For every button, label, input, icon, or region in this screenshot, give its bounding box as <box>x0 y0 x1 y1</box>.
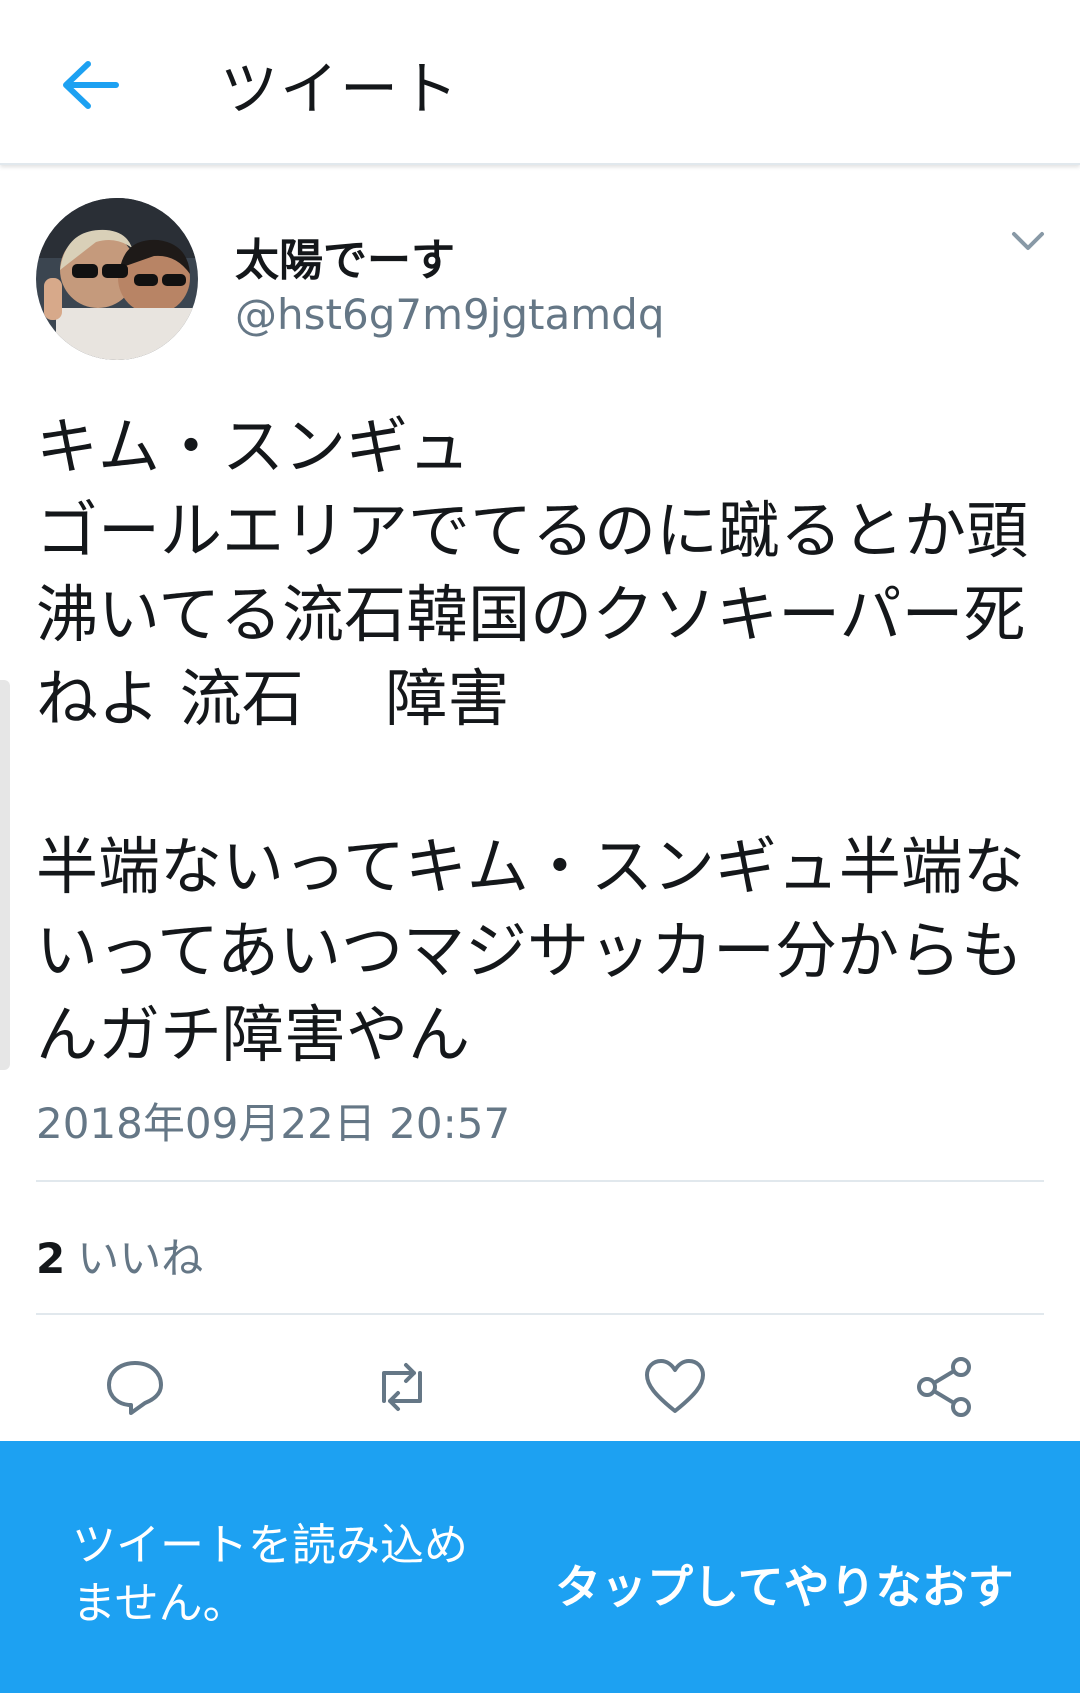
share-icon <box>917 1357 971 1417</box>
scroll-indicator[interactable] <box>0 680 10 1070</box>
tweet-timestamp: 2018年09月22日 20:57 <box>36 1099 511 1148</box>
likes-label: いいね <box>77 1234 204 1283</box>
like-button[interactable] <box>643 1355 707 1419</box>
share-button[interactable] <box>913 1355 977 1419</box>
more-options-button[interactable] <box>1008 226 1048 256</box>
divider <box>36 1180 1044 1182</box>
back-button[interactable] <box>56 50 126 120</box>
arrow-left-icon <box>63 61 119 109</box>
avatar[interactable] <box>36 198 198 360</box>
retry-button[interactable]: タップしてやりなおす <box>555 1551 1014 1617</box>
divider <box>36 1313 1044 1315</box>
reply-button[interactable] <box>103 1355 167 1419</box>
like-icon <box>645 1359 705 1413</box>
likes-stat[interactable]: 2 いいね <box>36 1225 203 1286</box>
retweet-icon <box>382 1363 422 1411</box>
chevron-down-icon <box>1012 232 1044 250</box>
error-banner[interactable]: ツイートを読み込めません。 タップしてやりなおす <box>0 1441 1080 1693</box>
page-title: ツイート <box>220 55 461 123</box>
avatar-photo <box>36 198 198 360</box>
tweet-text: キム・スンギュ ゴールエリアでてるのに蹴るとか頭沸いてる流石韓国のクソキーパー死… <box>36 410 1029 1071</box>
top-bar: ツイート <box>0 0 1080 165</box>
author-name[interactable]: 太陽でーす <box>235 224 455 288</box>
author-handle[interactable]: @hst6g7m9jgtamdq <box>235 290 664 339</box>
likes-count: 2 <box>36 1234 66 1283</box>
error-message: ツイートを読み込めません。 <box>72 1520 468 1629</box>
reply-icon <box>107 1361 163 1415</box>
retweet-button[interactable] <box>370 1355 434 1419</box>
